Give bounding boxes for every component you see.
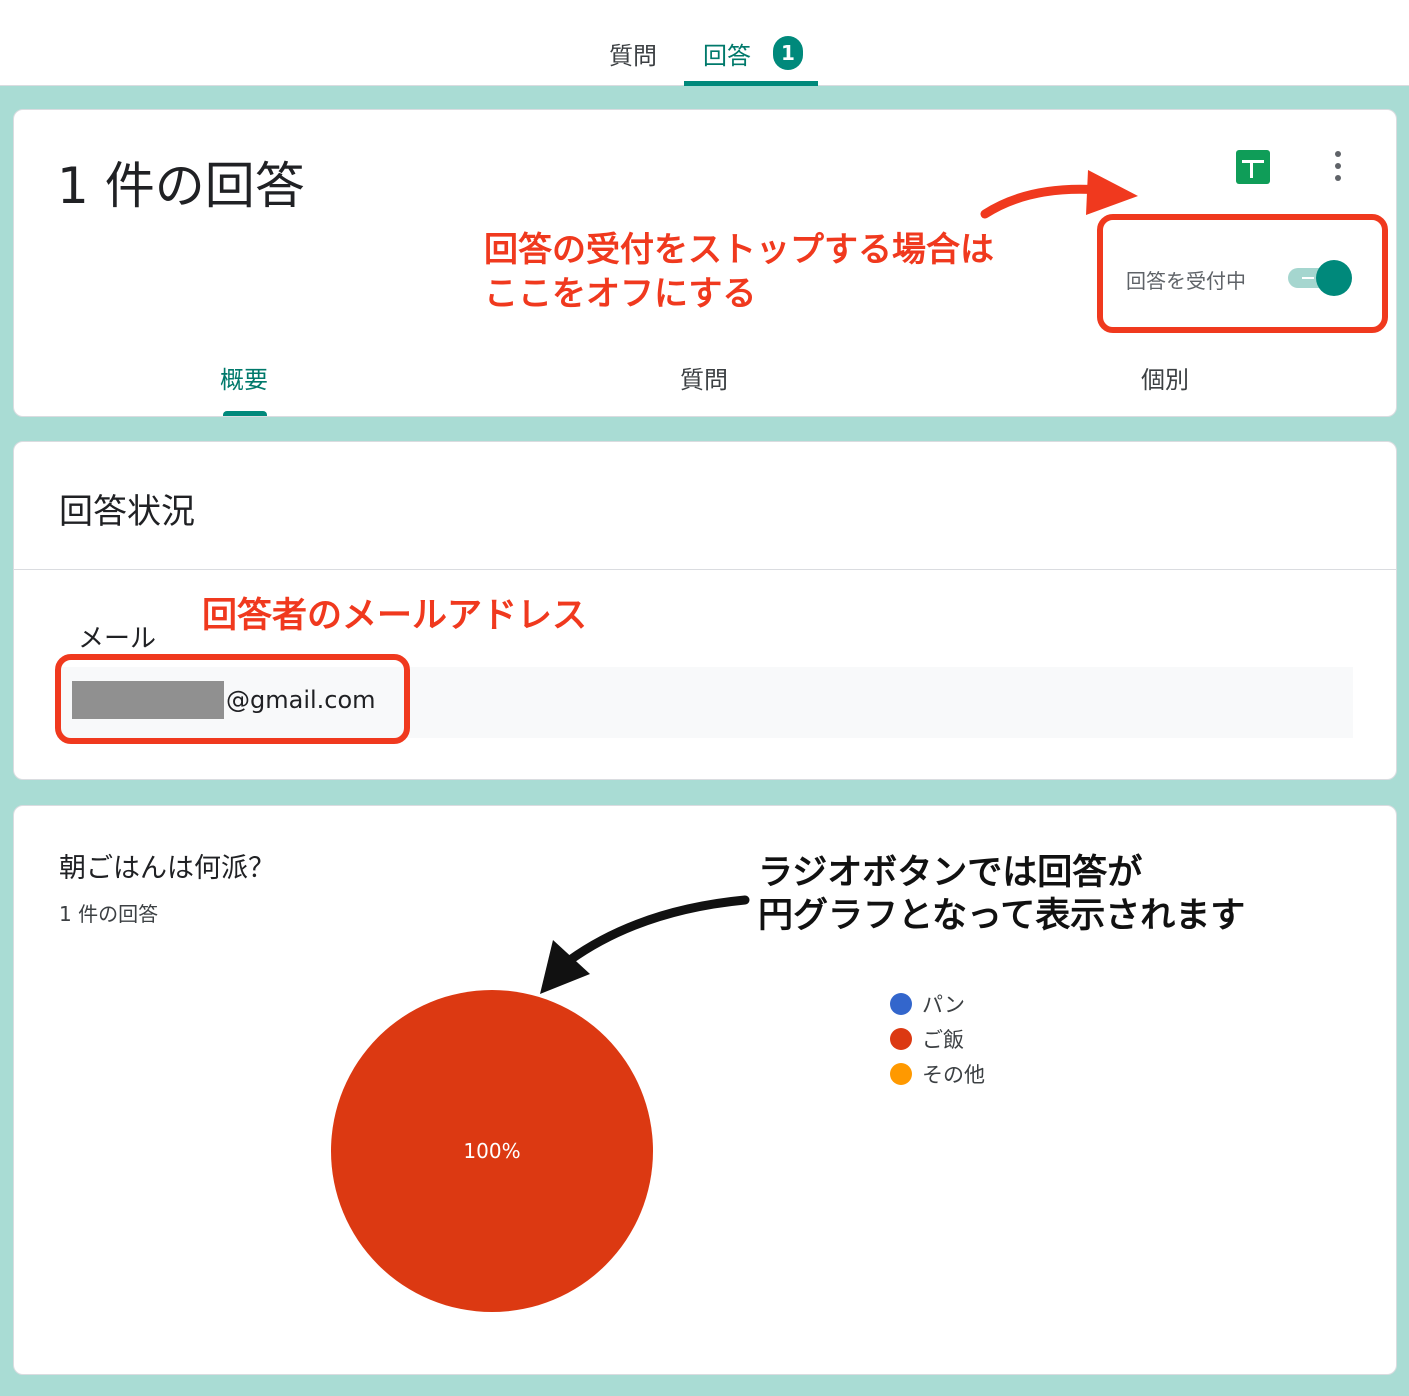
toggle-arrow-curve (980, 184, 1105, 219)
toggle-arrow-head (1086, 170, 1138, 215)
chart-arrow-curve (565, 895, 750, 965)
annotation-arrows (540, 170, 1138, 994)
